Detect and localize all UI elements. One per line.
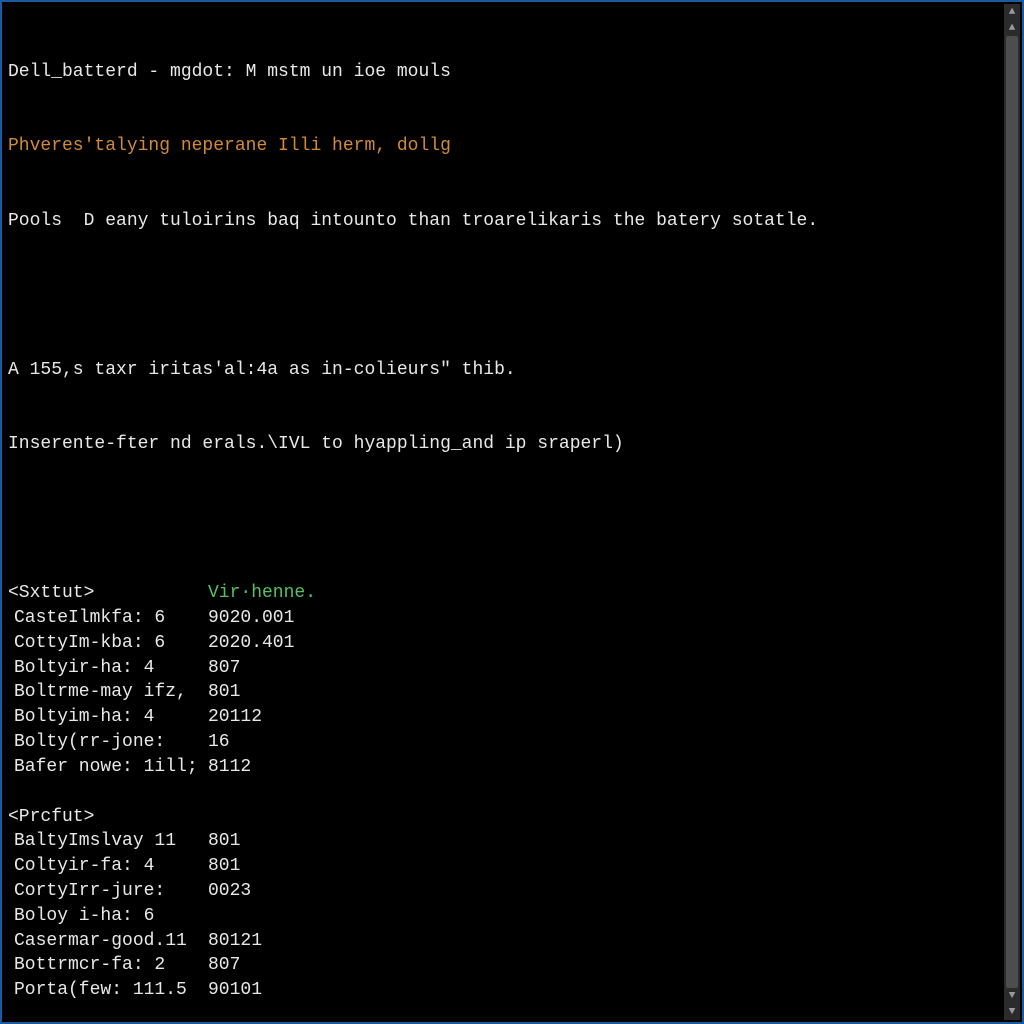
row-key: Coltyir-fa: 4 <box>8 854 208 879</box>
row-key: BaltyImslvay 11 <box>8 829 208 854</box>
header-line-4: A 155,s taxr iritas'al:4a as in-colieurs… <box>8 358 992 383</box>
data-row: CortyIrr-jure:0023 <box>8 879 992 904</box>
row-value: 2020.401 <box>208 631 294 656</box>
scrollbar-track[interactable] <box>1004 36 1020 988</box>
blank <box>8 1003 992 1022</box>
data-row: CasteIlmkfa: 69020.001 <box>8 606 992 631</box>
row-value: 16 <box>208 730 230 755</box>
row-key: CottyIm-kba: 6 <box>8 631 208 656</box>
data-row: Coltyir-fa: 4801 <box>8 854 992 879</box>
data-row: Boltyim-ha: 420112 <box>8 705 992 730</box>
data-row: Boloy i-ha: 6 <box>8 904 992 929</box>
section-header: <Prcfut> <box>8 805 992 830</box>
data-row: Bottrmcr-fa: 2807 <box>8 953 992 978</box>
section-title: <Prcfut> <box>8 805 208 830</box>
header-line-1: Dell_batterd - mgdot: M mstm un ioe moul… <box>8 60 992 85</box>
blank <box>8 507 992 532</box>
data-row: Casermar-good.1180121 <box>8 929 992 954</box>
header-line-3: Pools D eany tuloirins baq intounto than… <box>8 209 992 234</box>
row-value: 90101 <box>208 978 262 1003</box>
row-key: Boltyir-ha: 4 <box>8 656 208 681</box>
data-row: Boltrme-may ifz,801 <box>8 680 992 705</box>
data-row: CottyIm-kba: 62020.401 <box>8 631 992 656</box>
row-value: 807 <box>208 656 240 681</box>
row-value: 801 <box>208 680 240 705</box>
scroll-down-icon[interactable]: ▼ <box>1004 988 1020 1004</box>
section-header: <Sxttut>Vir·henne. <box>8 581 992 606</box>
header-line-5: Inserente-fter nd erals.\IVL to hyapplin… <box>8 432 992 457</box>
vertical-scrollbar[interactable]: ▲ ▲ ▼ ▼ <box>1004 4 1020 1020</box>
data-row: Porta(few: 111.590101 <box>8 978 992 1003</box>
row-key: Bottrmcr-fa: 2 <box>8 953 208 978</box>
row-key: Casermar-good.11 <box>8 929 208 954</box>
row-key: Boltyim-ha: 4 <box>8 705 208 730</box>
data-row: Bafer nowe: 1ill;8112 <box>8 755 992 780</box>
blank <box>8 283 992 308</box>
scroll-up-icon[interactable]: ▲ <box>1004 4 1020 20</box>
data-row: Bolty(rr-jone:16 <box>8 730 992 755</box>
row-key: Porta(few: 111.5 <box>8 978 208 1003</box>
row-value: 8112 <box>208 755 251 780</box>
scroll-up-icon-2[interactable]: ▲ <box>1004 20 1020 36</box>
blank <box>8 780 992 805</box>
row-value: 80121 <box>208 929 262 954</box>
data-row: BaltyImslvay 11801 <box>8 829 992 854</box>
row-key: CortyIrr-jure: <box>8 879 208 904</box>
section-title-right: Vir·henne. <box>208 581 316 606</box>
header-line-2: Phveres'talying neperane Illi herm, doll… <box>8 134 992 159</box>
row-key: CasteIlmkfa: 6 <box>8 606 208 631</box>
row-value: 20112 <box>208 705 262 730</box>
row-value: 0023 <box>208 879 251 904</box>
row-key: Bafer nowe: 1ill; <box>8 755 208 780</box>
row-value: 9020.001 <box>208 606 294 631</box>
section-title: <Sxttut> <box>8 581 208 606</box>
scrollbar-thumb[interactable] <box>1006 36 1018 988</box>
data-row: Boltyir-ha: 4807 <box>8 656 992 681</box>
row-key: Boltrme-may ifz, <box>8 680 208 705</box>
row-value: 801 <box>208 829 240 854</box>
row-value: 807 <box>208 953 240 978</box>
row-value: 801 <box>208 854 240 879</box>
terminal-output: Dell_batterd - mgdot: M mstm un ioe moul… <box>2 2 1002 1022</box>
row-key: Bolty(rr-jone: <box>8 730 208 755</box>
row-key: Boloy i-ha: 6 <box>8 904 208 929</box>
scroll-down-icon-2[interactable]: ▼ <box>1004 1004 1020 1020</box>
